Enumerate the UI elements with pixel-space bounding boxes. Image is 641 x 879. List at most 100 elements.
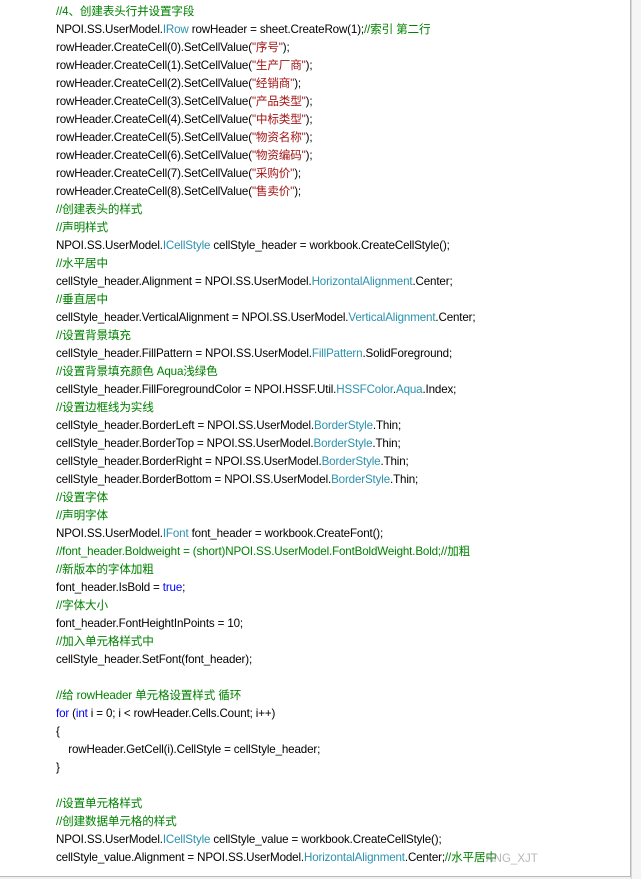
code-line[interactable]: { <box>56 723 630 741</box>
code-token-string: "中标类型" <box>251 113 306 126</box>
vertical-scrollbar[interactable] <box>631 0 641 879</box>
code-line[interactable] <box>56 669 630 687</box>
code-token-plain: .Center; <box>435 311 476 324</box>
code-line[interactable]: rowHeader.GetCell(i).CellStyle = cellSty… <box>56 741 630 759</box>
code-line[interactable]: rowHeader.CreateCell(2).SetCellValue("经销… <box>56 75 630 93</box>
code-token-plain: .Center; <box>404 851 445 864</box>
code-token-plain: cellStyle_header.Alignment = NPOI.SS.Use… <box>56 275 312 288</box>
code-token-plain: ); <box>282 41 290 54</box>
code-line[interactable]: cellStyle_header.FillPattern = NPOI.SS.U… <box>56 345 630 363</box>
code-token-type: HSSFColor <box>336 383 393 396</box>
code-line[interactable]: //创建数据单元格的样式 <box>56 813 630 831</box>
code-line[interactable]: rowHeader.CreateCell(7).SetCellValue("采购… <box>56 165 630 183</box>
code-token-plain: ); <box>305 113 313 126</box>
code-line[interactable]: rowHeader.CreateCell(4).SetCellValue("中标… <box>56 111 630 129</box>
code-token-comment: //设置单元格样式 <box>56 797 143 810</box>
code-line[interactable]: cellStyle_header.FillForegroundColor = N… <box>56 381 630 399</box>
code-token-plain: ); <box>305 59 313 72</box>
code-line[interactable]: cellStyle_header.VerticalAlignment = NPO… <box>56 309 630 327</box>
code-line[interactable]: cellStyle_header.SetFont(font_header); <box>56 651 630 669</box>
code-line[interactable]: font_header.IsBold = true; <box>56 579 630 597</box>
code-token-plain: rowHeader.CreateCell(5).SetCellValue( <box>56 131 252 144</box>
code-token-type: FillPattern <box>311 347 363 360</box>
code-line[interactable]: //创建表头的样式 <box>56 201 630 219</box>
code-line[interactable]: //设置字体 <box>56 489 630 507</box>
code-token-plain: rowHeader.GetCell(i).CellStyle = cellSty… <box>56 743 321 756</box>
code-line[interactable]: cellStyle_header.BorderRight = NPOI.SS.U… <box>56 453 630 471</box>
code-token-plain: ); <box>305 149 313 162</box>
code-line[interactable]: NPOI.SS.UserModel.ICellStyle cellStyle_h… <box>56 237 630 255</box>
code-token-plain: cellStyle_header.BorderLeft = NPOI.SS.Us… <box>56 419 314 432</box>
code-token-plain: { <box>56 725 60 738</box>
code-token-keyword: int <box>75 707 88 720</box>
code-line[interactable] <box>56 777 630 795</box>
code-token-string: "生产厂商" <box>251 59 306 72</box>
code-token-plain: NPOI.SS.UserModel. <box>56 23 163 36</box>
code-line[interactable]: cellStyle_header.BorderBottom = NPOI.SS.… <box>56 471 630 489</box>
code-line[interactable]: //设置边框线为实线 <box>56 399 630 417</box>
code-line[interactable]: //font_header.Boldweight = (short)NPOI.S… <box>56 543 630 561</box>
code-lines[interactable]: //4、创建表头行并设置字段 NPOI.SS.UserModel.IRow row… <box>56 3 630 867</box>
code-token-plain: NPOI.SS.UserModel. <box>56 833 163 846</box>
code-token-plain: NPOI.SS.UserModel. <box>56 527 163 540</box>
code-line[interactable]: rowHeader.CreateCell(0).SetCellValue("序号… <box>56 39 630 57</box>
code-token-plain: rowHeader.CreateCell(6).SetCellValue( <box>56 149 252 162</box>
code-token-string: "序号" <box>251 41 283 54</box>
code-line[interactable]: rowHeader.CreateCell(3).SetCellValue("产品… <box>56 93 630 111</box>
code-line[interactable]: //设置背景填充颜色 Aqua浅绿色 <box>56 363 630 381</box>
code-token-plain: cellStyle_header.VerticalAlignment = NPO… <box>56 311 349 324</box>
code-token-plain: cellStyle_value.Alignment = NPOI.SS.User… <box>56 851 304 864</box>
code-line[interactable]: rowHeader.CreateCell(1).SetCellValue("生产… <box>56 57 630 75</box>
code-line[interactable]: //新版本的字体加粗 <box>56 561 630 579</box>
code-line[interactable]: NPOI.SS.UserModel.ICellStyle cellStyle_v… <box>56 831 630 849</box>
code-line[interactable]: cellStyle_header.BorderLeft = NPOI.SS.Us… <box>56 417 630 435</box>
code-token-string: "采购价" <box>251 167 295 180</box>
code-line[interactable]: for (int i = 0; i < rowHeader.Cells.Coun… <box>56 705 630 723</box>
code-line[interactable]: //设置单元格样式 <box>56 795 630 813</box>
code-line[interactable]: rowHeader.CreateCell(5).SetCellValue("物资… <box>56 129 630 147</box>
code-token-type: BorderStyle <box>321 455 381 468</box>
code-line[interactable]: cellStyle_header.Alignment = NPOI.SS.Use… <box>56 273 630 291</box>
code-token-plain: rowHeader.CreateCell(0).SetCellValue( <box>56 41 252 54</box>
code-token-plain: font_header.FontHeightInPoints = 10; <box>56 617 244 630</box>
code-token-comment: //垂直居中 <box>56 293 108 306</box>
code-token-string: "产品类型" <box>251 95 306 108</box>
code-token-plain: .Center; <box>412 275 453 288</box>
code-line[interactable]: cellStyle_header.BorderTop = NPOI.SS.Use… <box>56 435 630 453</box>
code-line[interactable]: rowHeader.CreateCell(8).SetCellValue("售卖… <box>56 183 630 201</box>
code-line[interactable]: } <box>56 759 630 777</box>
code-line[interactable]: //设置背景填充 <box>56 327 630 345</box>
code-token-plain: ); <box>305 95 313 108</box>
code-token-plain: .Index; <box>422 383 457 396</box>
code-line[interactable]: //4、创建表头行并设置字段 <box>56 3 630 21</box>
code-line[interactable]: //给 rowHeader 单元格设置样式 循环 <box>56 687 630 705</box>
code-token-comment: //加入单元格样式中 <box>56 635 154 648</box>
code-token-plain: .Thin; <box>390 473 419 486</box>
code-line[interactable]: font_header.FontHeightInPoints = 10; <box>56 615 630 633</box>
code-line[interactable]: NPOI.SS.UserModel.IRow rowHeader = sheet… <box>56 21 630 39</box>
code-token-plain: font_header.IsBold = <box>56 581 163 594</box>
code-token-type: IFont <box>162 527 189 540</box>
code-token-plain: ( <box>69 707 76 720</box>
code-line[interactable]: cellStyle_value.Alignment = NPOI.SS.User… <box>56 849 630 867</box>
code-token-type: HorizontalAlignment <box>303 851 405 864</box>
code-token-plain: } <box>56 761 60 774</box>
code-token-type: IRow <box>162 23 189 36</box>
code-token-plain: ); <box>305 131 313 144</box>
code-token-comment: //给 rowHeader 单元格设置样式 循环 <box>56 689 242 702</box>
code-token-type: ICellStyle <box>162 833 211 846</box>
code-token-comment: //创建表头的样式 <box>56 203 143 216</box>
code-line[interactable]: //垂直居中 <box>56 291 630 309</box>
code-token-plain: cellStyle_header.FillForegroundColor = N… <box>56 383 337 396</box>
code-line[interactable]: NPOI.SS.UserModel.IFont font_header = wo… <box>56 525 630 543</box>
code-line[interactable]: //加入单元格样式中 <box>56 633 630 651</box>
code-editor[interactable]: //4、创建表头行并设置字段 NPOI.SS.UserModel.IRow row… <box>0 0 631 877</box>
code-token-keyword: for <box>56 707 70 720</box>
code-token-string: "售卖价" <box>251 185 295 198</box>
code-line[interactable]: //水平居中 <box>56 255 630 273</box>
code-line[interactable]: rowHeader.CreateCell(6).SetCellValue("物资… <box>56 147 630 165</box>
code-token-plain: rowHeader.CreateCell(4).SetCellValue( <box>56 113 252 126</box>
code-line[interactable]: //字体大小 <box>56 597 630 615</box>
code-line[interactable]: //声明样式 <box>56 219 630 237</box>
code-line[interactable]: //声明字体 <box>56 507 630 525</box>
